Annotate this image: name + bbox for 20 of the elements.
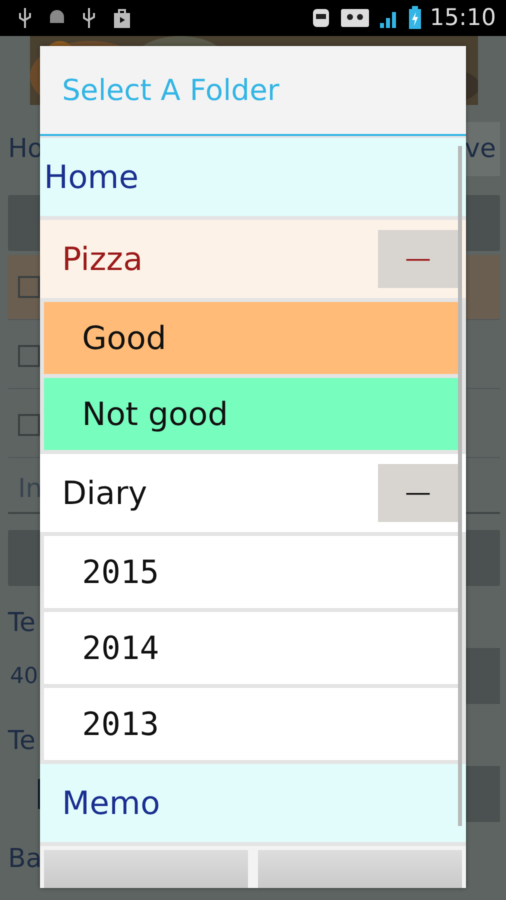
subfolder-name: 2013	[82, 705, 160, 743]
label-text: Te	[8, 608, 36, 638]
folder-item[interactable]: Diary —	[40, 454, 466, 532]
value-text: 40	[10, 664, 38, 688]
subfolder-name: Not good	[82, 395, 228, 433]
folder-item[interactable]: Home	[40, 138, 466, 216]
collapse-button[interactable]: —	[378, 464, 458, 522]
label-text: Ba	[8, 844, 42, 874]
label-text: Te	[8, 726, 36, 756]
collapse-button[interactable]: —	[378, 230, 458, 288]
folder-item[interactable]: Pizza —	[40, 220, 466, 298]
folder-name: Pizza	[62, 240, 143, 278]
subfolder-name: 2014	[82, 629, 160, 667]
clock-time: 15:10	[430, 5, 496, 31]
folder-item[interactable]: Memo	[40, 764, 466, 842]
folder-name: Memo	[62, 784, 160, 822]
subfolder-name: 2015	[82, 553, 160, 591]
folder-name: Home	[44, 158, 138, 196]
folder-name: Diary	[62, 474, 148, 512]
subfolder-name: Good	[82, 319, 166, 357]
